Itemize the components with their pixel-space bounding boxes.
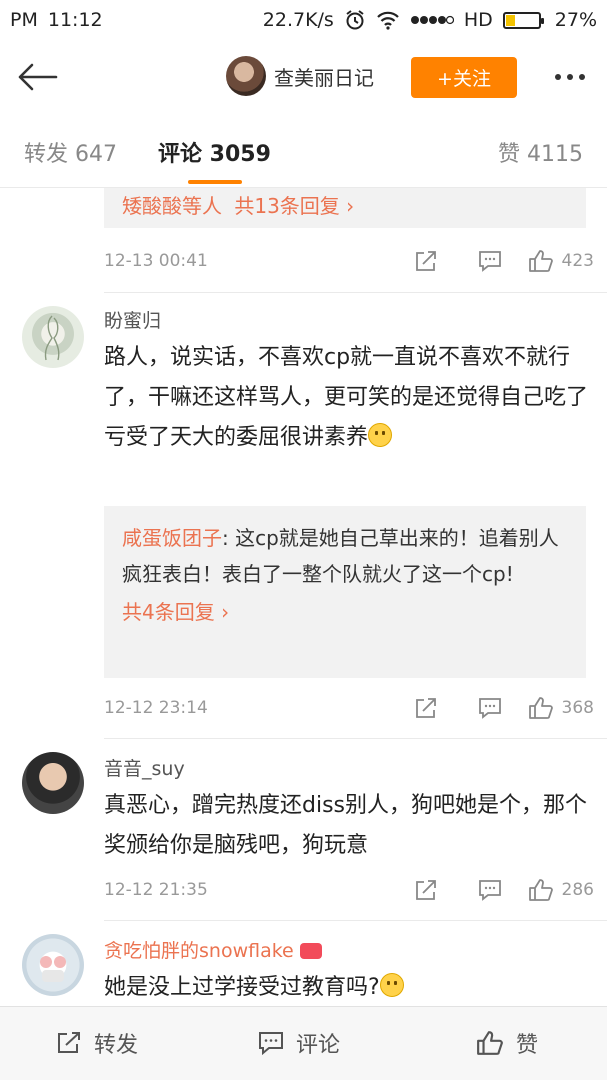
comment-divider [104,920,607,921]
comment-body: 真恶心，蹭完热度还diss别人，狗吧她是个，那个奖颁给你是脑残吧，狗玩意 [104,793,588,858]
comment-time: 12-13 00:41 [104,251,208,271]
hd-label: HD [463,9,493,31]
reply-comment-button[interactable] [458,243,522,279]
repost-button[interactable]: 转发 [56,1027,138,1059]
reply-users-link[interactable]: 矮酸酸等人 [122,194,222,218]
thumbs-up-icon [528,697,553,719]
like-count: 423 [561,251,594,271]
comment-icon [259,1032,283,1055]
like-button[interactable]: 赞 [476,1027,538,1059]
battery-level [505,14,515,26]
bottom-action-bar: 转发 评论 赞 [0,1006,607,1080]
like-count: 368 [561,698,594,718]
comment-username[interactable]: 贪吃怕胖的snowflake [104,936,322,963]
comment-meta: 12-13 00:41 423 [104,243,594,279]
status-time: 11:12 [47,9,103,31]
like-comment-button[interactable]: 368 [528,696,594,720]
user-avatar[interactable] [22,752,84,814]
comment-icon [478,880,501,901]
more-dot-icon [567,74,573,80]
repost-comment-button[interactable] [394,872,458,908]
comment-body: 她是没上过学接受过教育吗? [104,975,380,1000]
thumbs-up-icon [528,879,553,901]
comment-text: 她是没上过学接受过教育吗? [104,968,590,1006]
surprised-emoji-icon [379,973,404,997]
wifi-icon [376,10,400,30]
account-avatar[interactable] [226,56,266,96]
signal-dots-icon [410,15,454,25]
like-comment-button[interactable]: 423 [528,249,594,273]
repost-icon [58,1032,80,1053]
tab-comments[interactable]: 评论 3059 [158,136,271,168]
comment-button[interactable]: 评论 [258,1027,340,1059]
reply-preview-box[interactable]: 咸蛋饭团子: 这cp就是她自己草出来的！追着别人疯狂表白！表白了一整个队就火了这… [104,506,586,678]
more-options-button[interactable] [546,60,594,94]
repost-icon [415,251,436,271]
alarm-icon [344,9,366,31]
user-avatar[interactable] [22,306,84,368]
comment-list[interactable]: 矮酸酸等人 共13条回复 › 12-13 00:41 423 盼蜜归 路人，说实… [0,188,607,1006]
avatar-illustration-icon [40,956,66,982]
back-button[interactable] [14,56,60,98]
reply-username-link[interactable]: 咸蛋饭团子 [122,526,222,550]
comment-time: 12-12 23:14 [104,698,208,718]
comment-body: 路人，说实话，不喜欢cp就一直说不喜欢不就行了，干嘛还这样骂人，更可笑的是还觉得… [104,345,589,450]
thumbs-up-icon [477,1031,503,1055]
comment-username[interactable]: 音音_suy [104,754,185,781]
more-dot-icon [555,74,561,80]
like-label: 赞 [516,1033,539,1058]
repost-icon [415,698,436,718]
follow-button[interactable]: +关注 [411,57,517,98]
status-ampm: PM [10,9,38,31]
reply-comment-button[interactable] [458,690,522,726]
repost-comment-button[interactable] [394,243,458,279]
battery-icon [502,11,544,29]
comment-meta: 12-12 21:35 286 [104,872,594,908]
chevron-right-icon: › [221,600,230,624]
tab-active-indicator [188,180,242,184]
repost-icon [415,880,436,900]
comment-divider [104,738,607,739]
comment-time: 12-12 21:35 [104,880,208,900]
network-speed: 22.7K/s [262,9,334,31]
comment-divider [104,292,607,293]
comment-text: 真恶心，蹭完热度还diss别人，狗吧她是个，那个奖颁给你是脑残吧，狗玩意 [104,786,590,866]
like-comment-button[interactable]: 286 [528,878,594,902]
smile-emoji-icon [368,423,393,447]
reply-count-link[interactable]: 共13条回复 [234,194,339,218]
account-info[interactable]: 查美丽日记 [226,56,374,96]
crown-badge-icon [299,943,322,959]
chevron-right-icon: › [346,194,355,218]
comment-icon [478,698,501,719]
repost-comment-button[interactable] [394,690,458,726]
comment-username[interactable]: 盼蜜归 [104,306,161,333]
status-bar: PM 11:12 22.7K/s HD 27% [0,0,607,40]
account-name[interactable]: 查美丽日记 [274,62,374,91]
user-avatar[interactable] [22,934,84,996]
more-dot-icon [579,74,585,80]
avatar-illustration-icon [44,315,60,361]
like-count: 286 [561,880,594,900]
repost-label: 转发 [94,1033,139,1058]
reply-comment-button[interactable] [458,872,522,908]
tab-bar: 转发 647 评论 3059 赞 4115 [0,116,607,188]
back-arrow-icon [18,63,58,91]
tab-likes[interactable]: 赞 4115 [498,136,583,168]
comment-meta: 12-12 23:14 368 [104,690,594,726]
comment-username-text: 贪吃怕胖的snowflake [104,940,294,962]
reply-count-link[interactable]: 共4条回复 [122,600,215,624]
tab-reposts[interactable]: 转发 647 [24,136,117,168]
header: 查美丽日记 +关注 [0,40,607,116]
comment-text: 路人，说实话，不喜欢cp就一直说不喜欢不就行了，干嘛还这样骂人，更可笑的是还觉得… [104,338,590,458]
reply-preview-box[interactable]: 矮酸酸等人 共13条回复 › [104,188,586,228]
comment-label: 评论 [296,1033,341,1058]
battery-percent: 27% [554,9,597,31]
comment-icon [478,251,501,272]
thumbs-up-icon [528,250,553,272]
